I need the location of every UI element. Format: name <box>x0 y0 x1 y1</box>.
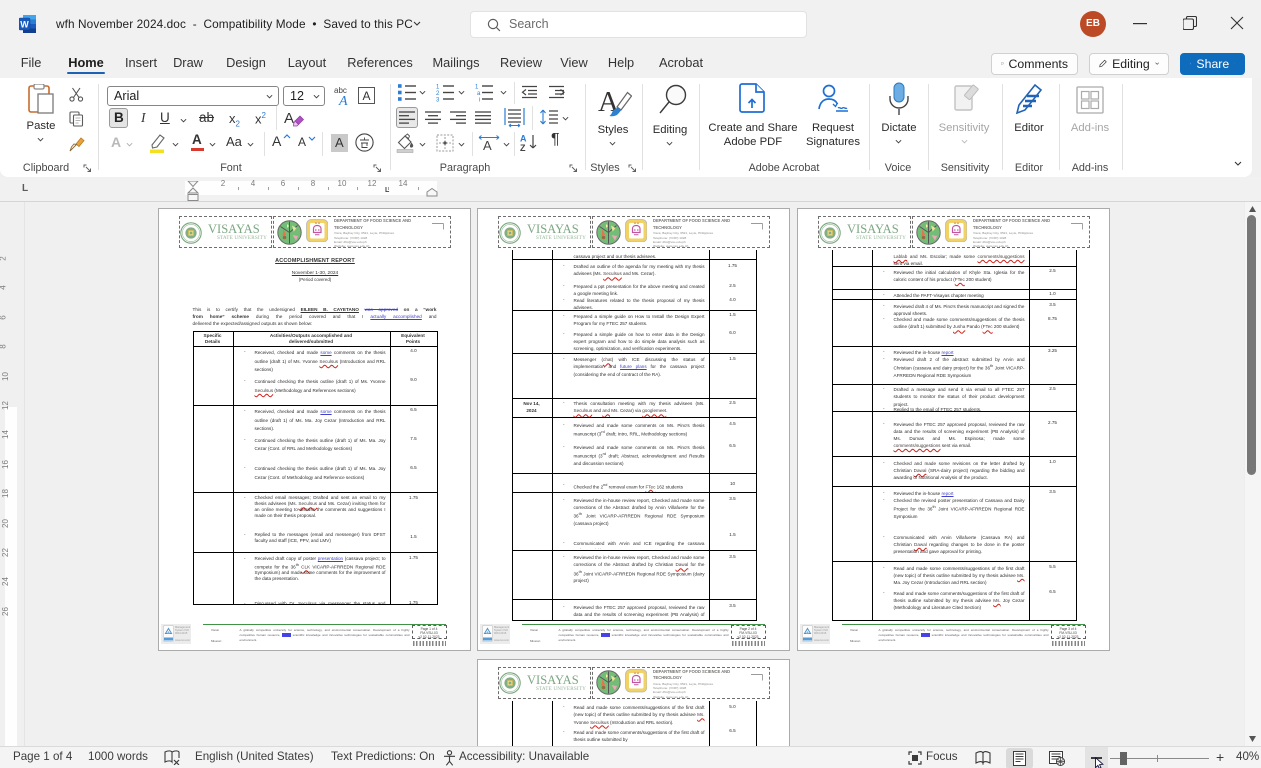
svg-text:A: A <box>483 138 492 152</box>
svg-text:a: a <box>477 91 481 97</box>
svg-text:3: 3 <box>436 98 440 104</box>
svg-text:A: A <box>338 94 348 106</box>
svg-text:A: A <box>362 89 370 103</box>
svg-text:W: W <box>20 19 29 29</box>
svg-text:1: 1 <box>475 85 479 91</box>
svg-text:A: A <box>284 110 294 127</box>
svg-text:A: A <box>520 134 527 144</box>
svg-text:i: i <box>479 98 480 104</box>
svg-text:2: 2 <box>436 91 440 97</box>
svg-text:Z: Z <box>520 143 526 152</box>
svg-text:1: 1 <box>436 85 440 91</box>
